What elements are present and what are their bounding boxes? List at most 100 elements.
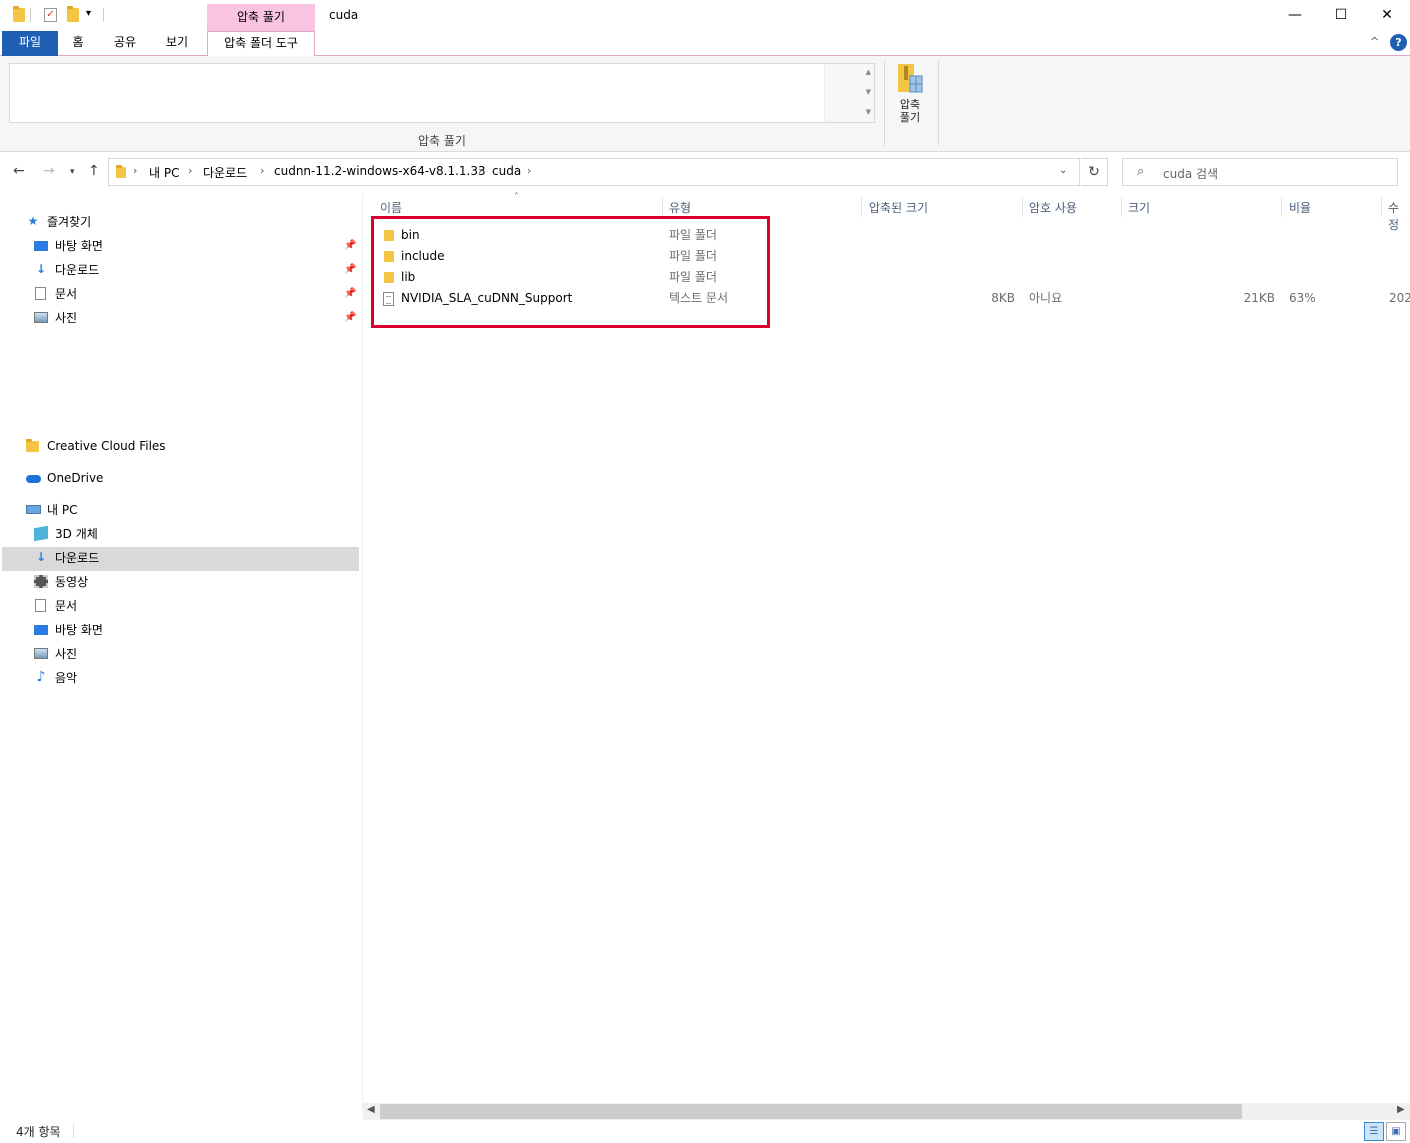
column-divider[interactable] xyxy=(1381,197,1382,217)
maximize-button[interactable]: ☐ xyxy=(1318,0,1364,31)
pictures-icon xyxy=(34,648,48,659)
file-size: 21KB xyxy=(1243,291,1275,305)
nav-quick-desktop[interactable]: 바탕 화면 📌 xyxy=(34,234,360,258)
ratio: 63% xyxy=(1289,291,1316,305)
navigation-pane: ★ 즐겨찾기 바탕 화면 📌 ↓ 다운로드 📌 문서 📌 사진 📌 Creati… xyxy=(0,193,360,1113)
nav-label: 음악 xyxy=(55,671,78,685)
search-input[interactable]: cuda 검색 xyxy=(1163,165,1218,182)
nav-quick-documents[interactable]: 문서 📌 xyxy=(34,282,360,306)
close-button[interactable]: ✕ xyxy=(1364,0,1410,31)
chevron-right-icon[interactable]: › xyxy=(260,164,264,177)
search-box[interactable]: ⌕ cuda 검색 xyxy=(1122,158,1398,186)
breadcrumb-this-pc[interactable]: 내 PC xyxy=(149,164,179,181)
large-icons-view-button[interactable]: ▣ xyxy=(1386,1122,1406,1141)
highlight-box xyxy=(371,216,770,328)
column-divider[interactable] xyxy=(1121,197,1122,217)
chevron-right-icon[interactable]: › xyxy=(478,164,482,177)
breadcrumb-cuda[interactable]: cuda xyxy=(492,164,521,178)
recent-locations-icon[interactable]: ▾ xyxy=(70,167,75,177)
nav-label: 바탕 화면 xyxy=(55,623,103,637)
column-header-name[interactable]: 이름 xyxy=(380,199,402,216)
nav-label: 내 PC xyxy=(47,503,78,517)
address-history-icon[interactable]: ⌄ xyxy=(1059,165,1067,176)
tab-view[interactable]: 보기 xyxy=(160,31,194,56)
up-arrow-icon[interactable]: ↑ xyxy=(88,163,100,179)
pin-icon[interactable]: 📌 xyxy=(344,258,356,282)
properties-icon[interactable]: ✓ xyxy=(44,8,57,22)
ribbon-tabs: 파일 홈 공유 보기 압축 폴더 도구 ^ ? xyxy=(0,31,1410,57)
context-tab-header: 압축 풀기 xyxy=(207,4,315,31)
tab-file[interactable]: 파일 xyxy=(2,31,58,56)
address-bar[interactable]: › 내 PC › 다운로드 › cudnn-11.2-windows-x64-v… xyxy=(108,158,1080,186)
customize-qat-icon[interactable]: ▾ xyxy=(86,8,91,19)
document-icon xyxy=(35,287,46,300)
help-icon[interactable]: ? xyxy=(1390,34,1407,51)
column-header-password[interactable]: 암호 사용 xyxy=(1029,199,1077,216)
column-header-ratio[interactable]: 비율 xyxy=(1289,199,1311,216)
creative-cloud-folder-icon xyxy=(26,439,39,452)
scroll-right-icon[interactable]: ▶ xyxy=(1397,1104,1405,1115)
scrollbar-thumb[interactable] xyxy=(380,1104,1242,1119)
navigation-bar: ← → ▾ ↑ › 내 PC › 다운로드 › cudnn-11.2-windo… xyxy=(0,153,1410,193)
pin-icon[interactable]: 📌 xyxy=(344,282,356,306)
column-divider[interactable] xyxy=(662,197,663,217)
gallery-scrollbar[interactable]: ▲ ▼ ▼ xyxy=(824,64,874,122)
extract-destination-gallery[interactable]: ▲ ▼ ▼ xyxy=(9,63,875,123)
compressed-size: 8KB xyxy=(991,291,1015,305)
expand-gallery-icon[interactable]: ▼ xyxy=(866,108,871,116)
nav-label: 문서 xyxy=(55,599,78,613)
column-divider[interactable] xyxy=(1022,197,1023,217)
nav-label: 3D 개체 xyxy=(55,527,98,541)
status-bar: 4개 항목 ☰ ▣ xyxy=(0,1120,1410,1143)
star-icon: ★ xyxy=(27,214,39,228)
chevron-right-icon[interactable]: › xyxy=(527,164,531,177)
download-icon: ↓ xyxy=(35,550,47,564)
nav-quick-downloads[interactable]: ↓ 다운로드 📌 xyxy=(34,258,360,282)
nav-label: 사진 xyxy=(55,311,78,325)
ribbon-group-label: 압축 풀기 xyxy=(418,134,466,148)
details-view-button[interactable]: ☰ xyxy=(1364,1122,1384,1141)
chevron-right-icon[interactable]: › xyxy=(188,164,192,177)
column-header-type[interactable]: 유형 xyxy=(669,199,691,216)
breadcrumb-downloads[interactable]: 다운로드 xyxy=(203,164,247,181)
minimize-button[interactable]: — xyxy=(1272,0,1318,31)
nav-label: 동영상 xyxy=(55,575,89,589)
scroll-up-icon[interactable]: ▲ xyxy=(866,68,871,76)
desktop-icon xyxy=(34,625,48,635)
window-title: cuda xyxy=(329,8,359,22)
divider xyxy=(884,60,885,146)
zip-folder-icon xyxy=(898,64,923,93)
scroll-left-icon[interactable]: ◀ xyxy=(367,1104,375,1115)
column-divider[interactable] xyxy=(1281,197,1282,217)
divider xyxy=(103,8,104,22)
tab-home[interactable]: 홈 xyxy=(64,31,92,56)
computer-icon xyxy=(26,505,41,514)
refresh-button[interactable]: ↻ xyxy=(1081,158,1108,186)
chevron-right-icon[interactable]: › xyxy=(133,164,137,177)
collapse-ribbon-icon[interactable]: ^ xyxy=(1370,35,1379,48)
scroll-down-icon[interactable]: ▼ xyxy=(866,88,871,96)
pictures-icon xyxy=(34,312,48,323)
desktop-icon xyxy=(34,241,48,251)
tab-compressed-folder-tools[interactable]: 압축 폴더 도구 xyxy=(207,31,315,57)
tab-share[interactable]: 공유 xyxy=(108,31,142,56)
sort-ascending-icon: ˄ xyxy=(514,192,519,203)
document-icon xyxy=(35,599,46,612)
pin-icon[interactable]: 📌 xyxy=(344,234,356,258)
column-header-size[interactable]: 크기 xyxy=(1128,199,1150,216)
new-folder-icon[interactable] xyxy=(67,6,79,22)
nav-quick-pictures[interactable]: 사진 📌 xyxy=(34,306,360,330)
title-bar: ✓ ▾ 압축 풀기 cuda — ☐ ✕ xyxy=(0,0,1410,31)
forward-arrow-icon[interactable]: → xyxy=(43,163,55,179)
ribbon-body: ▲ ▼ ▼ 압축 풀기 압축 풀기 xyxy=(0,56,1410,152)
column-header-compressed-size[interactable]: 압축된 크기 xyxy=(869,199,928,216)
horizontal-scrollbar[interactable]: ◀ ▶ xyxy=(363,1103,1410,1120)
column-divider[interactable] xyxy=(861,197,862,217)
back-arrow-icon[interactable]: ← xyxy=(13,163,25,179)
breadcrumb-cudnn-zip[interactable]: cudnn-11.2-windows-x64-v8.1.1.33 xyxy=(274,164,486,178)
3d-objects-icon xyxy=(34,525,48,542)
extract-all-button[interactable]: 압축 풀기 xyxy=(892,62,928,132)
pin-icon[interactable]: 📌 xyxy=(344,306,356,330)
nav-label: 즐겨찾기 xyxy=(47,215,92,229)
divider xyxy=(30,8,31,22)
